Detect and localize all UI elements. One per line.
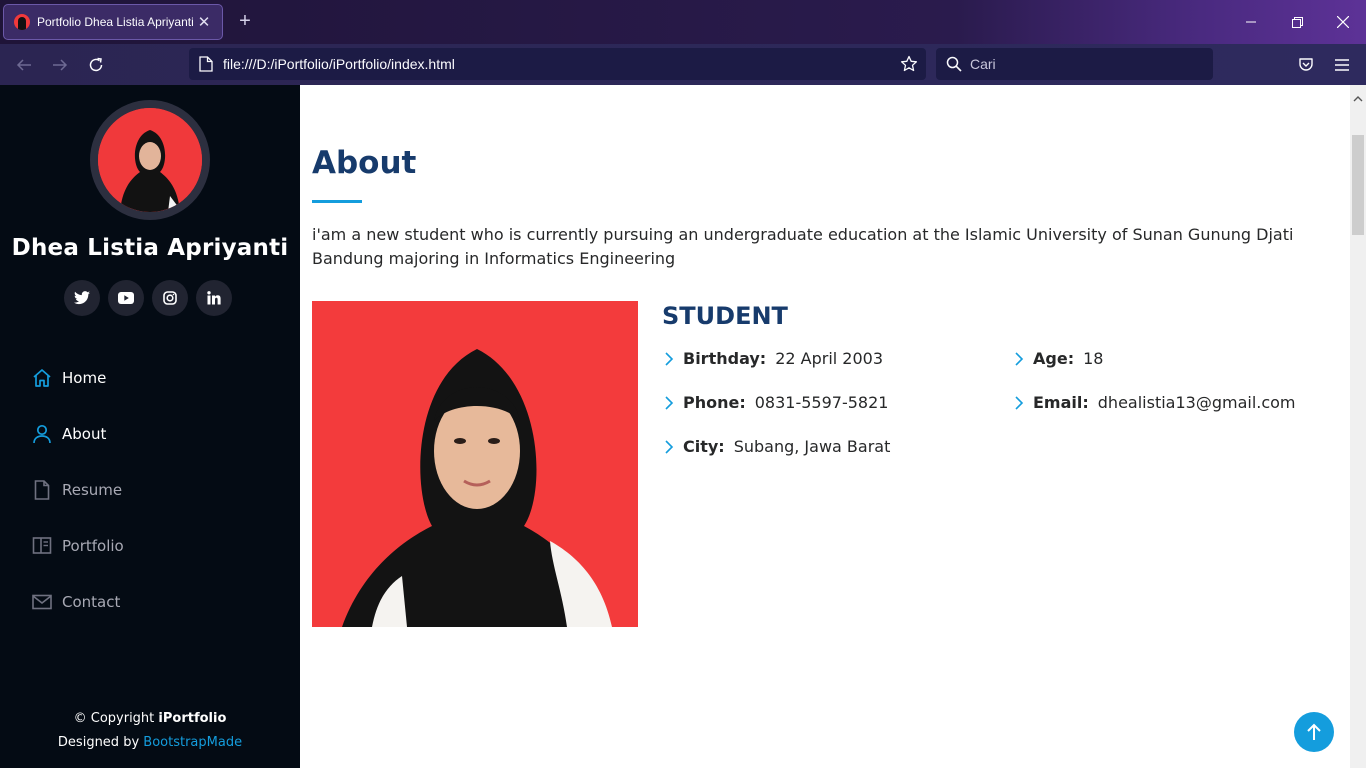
sidebar-item-label: Contact [62, 593, 121, 611]
book-icon [30, 534, 54, 558]
role-heading: STUDENT [662, 302, 788, 330]
search-bar[interactable] [936, 48, 1213, 80]
section-title: About [312, 145, 417, 181]
designer-link[interactable]: BootstrapMade [143, 735, 242, 750]
info-birthday: Birthday: 22 April 2003 [662, 349, 883, 368]
bookmark-star-icon[interactable] [900, 55, 918, 73]
minimize-icon[interactable] [1228, 0, 1274, 44]
sidebar-item-about[interactable]: About [0, 406, 300, 462]
arrow-up-icon [1307, 723, 1321, 740]
info-city: City: Subang, Jawa Barat [662, 437, 890, 456]
chevron-right-icon [1012, 395, 1032, 411]
youtube-icon[interactable] [108, 280, 144, 316]
sidebar-item-contact[interactable]: Contact [0, 574, 300, 630]
twitter-icon[interactable] [64, 280, 100, 316]
back-to-top-button[interactable] [1294, 712, 1334, 752]
avatar [90, 100, 210, 220]
scrollbar-thumb[interactable] [1352, 135, 1364, 235]
browser-tab[interactable]: Portfolio Dhea Listia Apriyanti ✕ [3, 4, 223, 40]
sidebar-footer: © Copyright iPortfolio Designed by Boots… [0, 707, 300, 755]
sidebar-item-portfolio[interactable]: Portfolio [0, 518, 300, 574]
search-input[interactable] [970, 56, 1190, 72]
restore-icon[interactable] [1274, 0, 1320, 44]
close-tab-icon[interactable]: ✕ [196, 13, 212, 31]
sidebar-menu: Home About Resume Portfolio Contact [0, 350, 300, 630]
instagram-icon[interactable] [152, 280, 188, 316]
url-text: file:///D:/iPortfolio/iPortfolio/index.h… [223, 56, 455, 72]
brand-name: iPortfolio [158, 711, 227, 726]
tab-title: Portfolio Dhea Listia Apriyanti [37, 15, 194, 29]
chevron-right-icon [662, 395, 682, 411]
info-age: Age: 18 [1012, 349, 1103, 368]
page-icon [199, 56, 213, 72]
address-bar[interactable]: file:///D:/iPortfolio/iPortfolio/index.h… [189, 48, 926, 80]
scroll-up-arrow-icon[interactable] [1353, 88, 1363, 107]
profile-photo [312, 301, 638, 627]
sidebar-item-label: Home [62, 369, 107, 387]
person-icon [30, 422, 54, 446]
social-links [64, 280, 232, 316]
file-icon [30, 478, 54, 502]
info-phone: Phone: 0831-5597-5821 [662, 393, 888, 412]
menu-hamburger-icon[interactable] [1327, 50, 1357, 80]
sidebar-item-label: Portfolio [62, 537, 124, 555]
browser-titlebar: Portfolio Dhea Listia Apriyanti ✕ + [0, 0, 1366, 44]
linkedin-icon[interactable] [196, 280, 232, 316]
reload-icon[interactable] [81, 50, 111, 80]
sidebar-item-home[interactable]: Home [0, 350, 300, 406]
search-icon [946, 56, 962, 72]
sidebar-item-label: About [62, 425, 107, 443]
page-scrollbar[interactable] [1350, 85, 1366, 768]
copyright-line: © Copyright iPortfolio [73, 711, 227, 726]
info-email: Email: dhealistia13@gmail.com [1012, 393, 1296, 412]
sidebar-item-label: Resume [62, 481, 123, 499]
chevron-right-icon [662, 351, 682, 367]
about-intro: i'am a new student who is currently purs… [312, 225, 1294, 268]
favicon-icon [14, 14, 30, 30]
credits-line: Designed by BootstrapMade [57, 735, 243, 750]
chevron-right-icon [1012, 351, 1032, 367]
back-arrow-icon[interactable] [9, 50, 39, 80]
sidebar: Dhea Listia Apriyanti Home About Resume … [0, 85, 300, 768]
envelope-icon [30, 590, 54, 614]
browser-navbar: file:///D:/iPortfolio/iPortfolio/index.h… [0, 44, 1366, 85]
profile-name: Dhea Listia Apriyanti [11, 235, 289, 261]
forward-arrow-icon[interactable] [45, 50, 75, 80]
chevron-right-icon [662, 439, 682, 455]
close-window-icon[interactable] [1320, 0, 1366, 44]
title-underline [312, 200, 362, 203]
pocket-icon[interactable] [1291, 50, 1321, 80]
sidebar-item-resume[interactable]: Resume [0, 462, 300, 518]
new-tab-icon[interactable]: + [234, 10, 256, 32]
about-section: About i'am a new student who is currentl… [300, 85, 1350, 768]
home-icon [30, 366, 54, 390]
